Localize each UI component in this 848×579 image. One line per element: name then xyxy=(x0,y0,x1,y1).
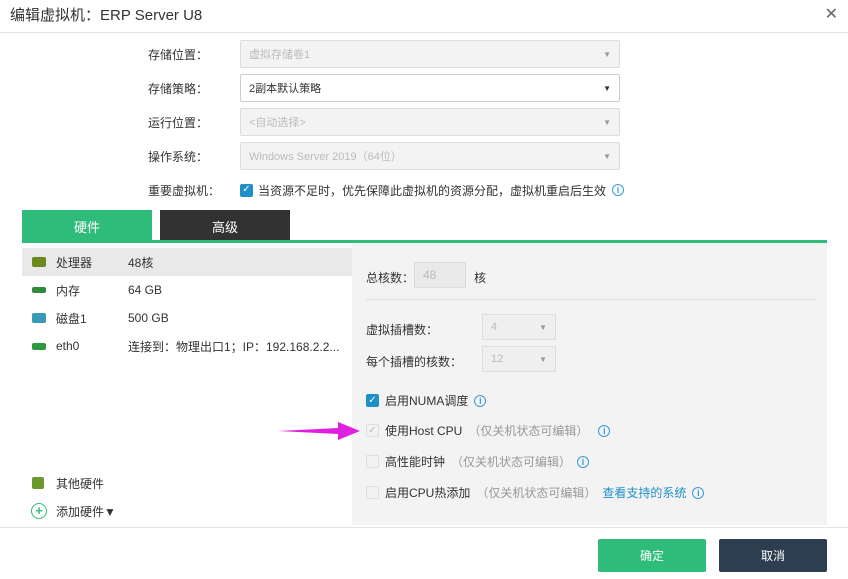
pointer-arrow xyxy=(278,422,360,440)
cpu-icon xyxy=(32,257,46,267)
host-cpu-option: ✓ 使用Host CPU （仅关机状态可编辑） i xyxy=(366,422,611,439)
chevron-down-icon: ▼ xyxy=(539,322,547,332)
network-icon xyxy=(32,343,46,350)
cpu-hotplug-checkbox[interactable] xyxy=(366,486,379,499)
numa-checkbox[interactable]: ✓ xyxy=(366,394,379,407)
storage-location-label: 存储位置： xyxy=(148,47,209,62)
storage-location-select[interactable]: 虚拟存储卷1 ▼ xyxy=(240,40,620,68)
hp-clock-label: 高性能时钟 xyxy=(385,455,446,469)
os-select[interactable]: Windows Server 2019（64位） ▼ xyxy=(240,142,620,170)
run-location-row: 运行位置： <自动选择> ▼ xyxy=(148,107,620,137)
hardware-item-label: 磁盘1 xyxy=(56,311,87,326)
hardware-item-memory[interactable]: 内存 64 GB xyxy=(22,276,352,304)
run-location-label: 运行位置： xyxy=(148,115,209,130)
hardware-item-value: 64 GB xyxy=(128,283,163,297)
hardware-item-label: eth0 xyxy=(56,339,80,353)
chevron-down-icon: ▼ xyxy=(603,83,611,93)
hardware-item-value: 500 GB xyxy=(128,311,169,325)
os-row: 操作系统： Windows Server 2019（64位） ▼ xyxy=(148,141,620,171)
storage-policy-select[interactable]: 2副本默认策略 ▼ xyxy=(240,74,620,102)
tab-advanced[interactable]: 高级 xyxy=(160,210,290,242)
total-cores-input[interactable]: 48 xyxy=(414,262,466,288)
section-divider xyxy=(366,299,816,300)
hp-clock-hint: （仅关机状态可编辑） xyxy=(451,455,572,469)
total-cores-label: 总核数： xyxy=(366,271,415,285)
hp-clock-option: 高性能时钟 （仅关机状态可编辑） i xyxy=(366,453,590,470)
host-cpu-checkbox[interactable]: ✓ xyxy=(366,424,379,437)
cores-per-socket-select[interactable]: 12 ▼ xyxy=(482,346,556,372)
cores-per-socket-label: 每个插槽的核数： xyxy=(366,355,463,369)
sockets-select[interactable]: 4 ▼ xyxy=(482,314,556,340)
supported-systems-link[interactable]: 查看支持的系统 xyxy=(602,484,686,501)
important-vm-row: 重要虚拟机： ✓ 当资源不足时，优先保障此虚拟机的资源分配，虚拟机重启后生效 i xyxy=(148,175,625,205)
total-cores-unit: 核 xyxy=(474,271,487,285)
important-vm-text: 当资源不足时，优先保障此虚拟机的资源分配，虚拟机重启后生效 xyxy=(258,183,607,198)
cpu-hotplug-hint: （仅关机状态可编辑） xyxy=(476,486,597,500)
host-cpu-label: 使用Host CPU xyxy=(385,424,463,438)
sockets-value: 4 xyxy=(491,321,498,333)
footer-divider xyxy=(0,527,848,528)
info-icon[interactable]: i xyxy=(474,394,487,407)
important-vm-label: 重要虚拟机： xyxy=(148,183,221,198)
storage-location-value: 虚拟存储卷1 xyxy=(249,49,311,61)
other-hardware-label: 其他硬件 xyxy=(56,476,105,491)
important-vm-checkbox[interactable]: ✓ xyxy=(240,183,253,197)
info-icon[interactable]: i xyxy=(612,184,625,196)
hardware-item-value: 连接到：物理出口1；IP：192.168.2.2... xyxy=(128,339,340,354)
hardware-item-label: 处理器 xyxy=(56,255,93,270)
hardware-item-disk[interactable]: 磁盘1 500 GB xyxy=(22,304,352,332)
chevron-down-icon: ▼ xyxy=(603,117,611,127)
chevron-down-icon: ▼ xyxy=(539,354,547,364)
header-divider xyxy=(0,32,848,33)
hardware-list: 处理器 48核 内存 64 GB 磁盘1 500 GB eth0 连接到：物理出… xyxy=(22,243,352,525)
close-icon[interactable]: ✕ xyxy=(825,4,838,24)
os-value: Windows Server 2019（64位） xyxy=(249,151,402,163)
hardware-item-value: 48核 xyxy=(128,255,154,270)
tab-hardware[interactable]: 硬件 xyxy=(22,210,152,242)
chevron-down-icon: ▼ xyxy=(603,151,611,161)
other-hardware-item[interactable]: 其他硬件 xyxy=(22,469,352,497)
hp-clock-checkbox[interactable] xyxy=(366,455,379,468)
os-label: 操作系统： xyxy=(148,149,209,164)
numa-option: ✓ 启用NUMA调度 i xyxy=(366,392,487,409)
run-location-value: <自动选择> xyxy=(249,117,306,129)
numa-label: 启用NUMA调度 xyxy=(385,394,469,408)
cpu-hotplug-label: 启用CPU热添加 xyxy=(385,486,471,500)
ok-button[interactable]: 确定 xyxy=(598,539,706,572)
add-hardware-label: 添加硬件▼ xyxy=(56,504,116,519)
info-icon[interactable]: i xyxy=(577,455,590,468)
sockets-label: 虚拟插槽数： xyxy=(366,323,439,337)
disk-icon xyxy=(32,313,46,323)
info-icon[interactable]: i xyxy=(598,424,611,437)
cancel-button[interactable]: 取消 xyxy=(719,539,827,572)
memory-icon xyxy=(32,287,46,293)
storage-policy-row: 存储策略： 2副本默认策略 ▼ xyxy=(148,73,620,103)
hardware-panel: 处理器 48核 内存 64 GB 磁盘1 500 GB eth0 连接到：物理出… xyxy=(22,243,827,525)
storage-policy-label: 存储策略： xyxy=(148,81,209,96)
storage-location-row: 存储位置： 虚拟存储卷1 ▼ xyxy=(148,39,620,69)
run-location-select[interactable]: <自动选择> ▼ xyxy=(240,108,620,136)
info-icon[interactable]: i xyxy=(692,486,705,499)
chip-icon xyxy=(32,477,44,489)
chevron-down-icon: ▼ xyxy=(603,49,611,59)
cpu-hotplug-option: 启用CPU热添加 （仅关机状态可编辑） 查看支持的系统 i xyxy=(366,484,705,501)
add-circle-icon: + xyxy=(31,503,47,519)
hardware-item-label: 内存 xyxy=(56,283,81,298)
storage-policy-value: 2副本默认策略 xyxy=(249,83,322,95)
hardware-item-cpu[interactable]: 处理器 48核 xyxy=(22,248,352,276)
hardware-item-eth0[interactable]: eth0 连接到：物理出口1；IP：192.168.2.2... xyxy=(22,332,352,360)
dialog-title: 编辑虚拟机：ERP Server U8 xyxy=(10,7,203,24)
cores-per-socket-value: 12 xyxy=(491,353,504,365)
add-hardware-button[interactable]: + 添加硬件▼ xyxy=(22,497,352,525)
host-cpu-hint: （仅关机状态可编辑） xyxy=(468,424,589,438)
